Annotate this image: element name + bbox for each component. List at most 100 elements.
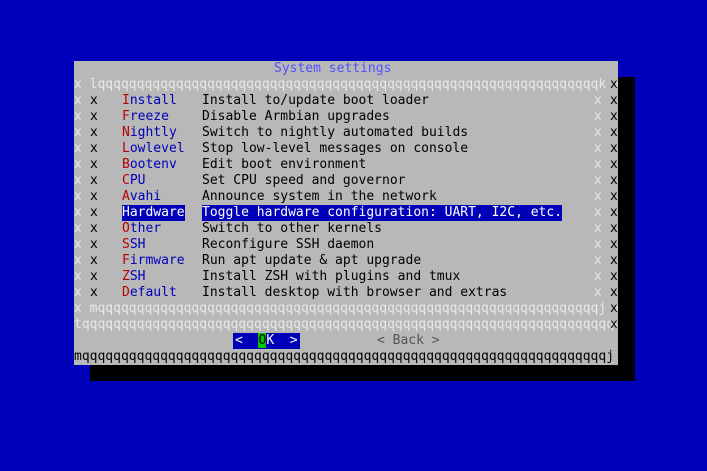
outer-left-side: x xyxy=(74,205,82,220)
menu-item-lowlevel[interactable]: x x Lowlevel Stop low-level messages on con… xyxy=(74,141,618,157)
menu-item-tag[interactable]: Default xyxy=(122,285,177,301)
menu-item-description: Switch to nightly automated builds xyxy=(202,125,469,140)
menu-item-cpu[interactable]: x x CPU Set CPU speed and governor x x xyxy=(74,173,618,189)
menu-item-bootenv[interactable]: x x Bootenv Edit boot environment x x xyxy=(74,157,618,173)
inner-left-side: x xyxy=(90,221,98,236)
menu-item-tag[interactable]: Bootenv xyxy=(122,157,177,173)
outer-right-side: x xyxy=(610,221,618,236)
outer-left-side: x xyxy=(74,141,82,156)
menu-item-description: Switch to other kernels xyxy=(202,221,383,236)
ok-rest: K > xyxy=(266,333,298,348)
menu-item-hotkey: I xyxy=(122,93,130,108)
menu-item-description: Run apt update & apt upgrade xyxy=(202,253,422,268)
inner-right-side: x xyxy=(594,285,602,300)
back-button[interactable]: < Back > xyxy=(377,333,440,349)
menu-item-description: Install to/update boot loader xyxy=(202,93,429,108)
menu-item-tag[interactable]: Install xyxy=(122,93,177,109)
menu-item-description: Stop low-level messages on console xyxy=(202,141,469,156)
menu-item-avahi[interactable]: x x Avahi Announce system in the network x x xyxy=(74,189,618,205)
outer-right-side: x xyxy=(610,285,618,300)
outer-right-side: x xyxy=(610,141,618,156)
menu-item-hotkey: B xyxy=(122,157,130,172)
outer-left-side: x xyxy=(74,189,82,204)
menu-item-tag-rest: ther xyxy=(129,221,162,236)
outer-right-side: x xyxy=(610,125,618,140)
menu-item-tag-rest: nstall xyxy=(129,93,177,108)
menu-item-tag[interactable]: Nightly xyxy=(122,125,177,141)
menu-item-tag-rest: ootenv xyxy=(129,157,177,172)
menu-item-tag-rest: efault xyxy=(129,285,177,300)
menu-item-tag[interactable]: Avahi xyxy=(122,189,161,205)
dialog-bottom-border: mqqqqqqqqqqqqqqqqqqqqqqqqqqqqqqqqqqqqqqq… xyxy=(74,349,615,364)
inner-right-side: x xyxy=(594,157,602,172)
outer-right-side: x xyxy=(610,109,618,124)
menu-item-tag-rest: ightly xyxy=(129,125,177,140)
menu-item-hardware[interactable]: x x Hardware Toggle hardware configuration:… xyxy=(74,205,618,221)
inner-right-side: x xyxy=(594,205,602,220)
inner-left-side: x xyxy=(90,285,98,300)
inner-left-side: x xyxy=(90,109,98,124)
inner-right-side: x xyxy=(594,109,602,124)
menu-item-description: Edit boot environment xyxy=(202,157,367,172)
inner-right-side: x xyxy=(594,93,602,108)
menu-item-firmware[interactable]: x x Firmware Run apt update & apt upgrade x x xyxy=(74,253,618,269)
menu-item-tag-rest: ardware xyxy=(129,205,185,220)
menu-item-zsh[interactable]: x x ZSH Install ZSH with plugins and tmux x x xyxy=(74,269,618,285)
menu-item-description: Disable Armbian upgrades xyxy=(202,109,390,124)
inner-right-side: x xyxy=(594,269,602,284)
menu-item-hotkey: A xyxy=(122,189,130,204)
inner-left-side: x xyxy=(90,189,98,204)
menu-item-tag-rest: irmware xyxy=(129,253,185,268)
menu-item-description: Announce system in the network xyxy=(202,189,437,204)
menu-item-tag-rest: vahi xyxy=(129,189,162,204)
menu-item-hotkey: O xyxy=(122,221,130,236)
menu-item-description: Install ZSH with plugins and tmux xyxy=(202,269,461,284)
menu-item-tag-rest: PU xyxy=(129,173,146,188)
menu-item-hotkey: C xyxy=(122,173,130,188)
system-settings-dialog: lqqqqqqqqqqqqqqqqqqqqqqq qqqqqqqqqqqqqqq… xyxy=(74,61,618,365)
button-separator: tqqqqqqqqqqqqqqqqqqqqqqqqqqqqqqqqqqqqqqq… xyxy=(74,317,618,332)
menu-item-tag-rest: SH xyxy=(129,237,146,252)
menu-item-hotkey: L xyxy=(122,141,130,156)
menu-item-install[interactable]: x x Install Install to/update boot loader x x xyxy=(74,93,618,109)
menu-item-freeze[interactable]: x x Freeze Disable Armbian upgrades x x xyxy=(74,109,618,125)
outer-left-side: x xyxy=(74,109,82,124)
menu-item-tag-rest: reeze xyxy=(129,109,169,124)
menu-item-hotkey: H xyxy=(122,205,130,220)
button-row-right-side: x xyxy=(74,333,615,349)
inner-left-side: x xyxy=(90,253,98,268)
menu-item-default[interactable]: x x Default Install desktop with browser an… xyxy=(74,285,618,301)
outer-right-side: x xyxy=(610,157,618,172)
outer-right-side: x xyxy=(610,205,618,220)
menu-item-tag[interactable]: SSH xyxy=(122,237,145,253)
inner-left-side: x xyxy=(90,125,98,140)
menu-item-tag[interactable]: Firmware xyxy=(122,253,185,269)
menu-item-tag[interactable]: Hardware xyxy=(122,205,185,221)
menu-item-other[interactable]: x x Other Switch to other kernels x x xyxy=(74,221,618,237)
menu-item-tag-rest: owlevel xyxy=(129,141,185,156)
menu-item-hotkey: Z xyxy=(122,269,130,284)
outer-left-side: x xyxy=(74,157,82,172)
ok-button[interactable]: < OK > xyxy=(233,333,300,349)
outer-left-side: x xyxy=(74,285,82,300)
menu-item-tag[interactable]: Lowlevel xyxy=(122,141,185,157)
menu-item-nightly[interactable]: x x Nightly Switch to nightly automated bui… xyxy=(74,125,618,141)
outer-right-side: x xyxy=(610,189,618,204)
menu-item-tag[interactable]: Freeze xyxy=(122,109,169,125)
menu-item-tag[interactable]: ZSH xyxy=(122,269,145,285)
outer-left-side: x xyxy=(74,253,82,268)
outer-left-side: x xyxy=(74,221,82,236)
outer-right-side: x xyxy=(610,173,618,188)
inner-left-side: x xyxy=(90,157,98,172)
outer-left-side: x xyxy=(74,237,82,252)
menu-item-description: Toggle hardware configuration: UART, I2C… xyxy=(202,205,563,221)
menu-item-hotkey: S xyxy=(122,237,130,252)
inner-right-side: x xyxy=(594,253,602,268)
menu-item-description: Set CPU speed and governor xyxy=(202,173,406,188)
menu-item-ssh[interactable]: x x SSH Reconfigure SSH daemon x x xyxy=(74,237,618,253)
inner-right-side: x xyxy=(594,173,602,188)
menu-item-tag[interactable]: Other xyxy=(122,221,161,237)
menu-item-tag[interactable]: CPU xyxy=(122,173,145,189)
outer-right-side: x xyxy=(610,93,618,108)
inner-right-side: x xyxy=(594,125,602,140)
